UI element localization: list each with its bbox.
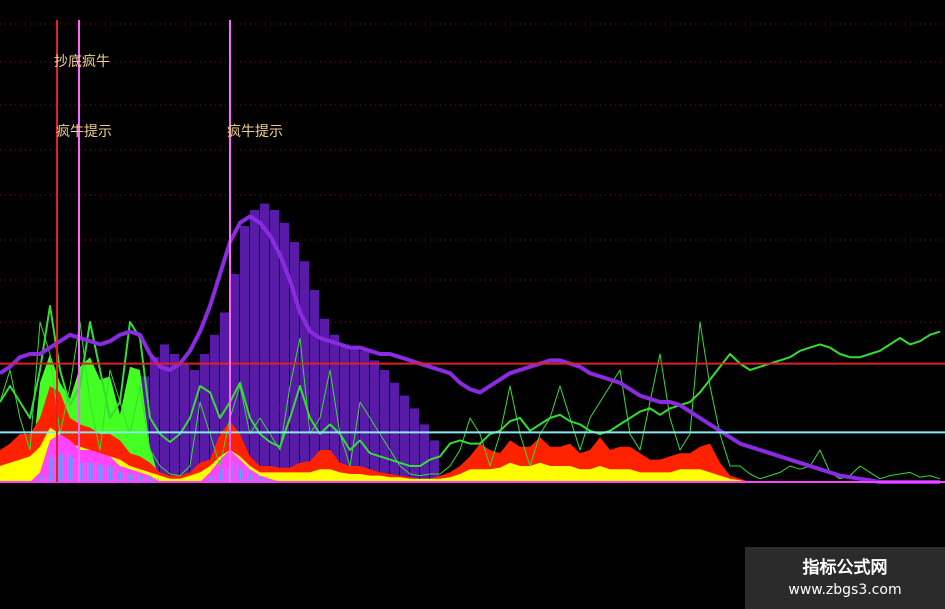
cyan-bar xyxy=(125,472,126,482)
watermark-box: 指标公式网 www.zbgs3.com xyxy=(745,547,945,609)
watermark-url: www.zbgs3.com xyxy=(788,582,902,598)
cyan-bar xyxy=(87,462,89,482)
cyan-bar xyxy=(60,453,61,482)
cyan-bar xyxy=(105,464,106,482)
signal-label-a: 抄底疯牛 xyxy=(54,54,110,70)
cyan-bar xyxy=(55,457,56,482)
cyan-bar xyxy=(257,474,259,482)
cyan-bar xyxy=(107,464,109,482)
cyan-bar xyxy=(62,453,64,482)
cyan-bar xyxy=(247,468,249,482)
cyan-bar xyxy=(122,472,124,482)
cyan-bar xyxy=(117,466,119,482)
cyan-bar xyxy=(245,468,246,482)
cyan-bar xyxy=(67,453,69,482)
chart-canvas: 抄底疯牛 疯牛提示 疯牛提示 指标公式网 www.zbgs3.com xyxy=(0,0,945,609)
cyan-bar xyxy=(90,462,91,482)
cyan-bar xyxy=(237,462,239,482)
cyan-bar xyxy=(222,468,224,482)
cyan-bar xyxy=(252,474,254,482)
cyan-bar xyxy=(112,466,114,482)
cyan-bar xyxy=(220,468,221,482)
cyan-bar xyxy=(250,474,251,482)
cyan-bar xyxy=(50,457,51,482)
cyan-bar xyxy=(242,468,244,482)
cyan-bar xyxy=(75,457,76,482)
purple-bar xyxy=(370,360,379,482)
cyan-bar xyxy=(135,474,136,482)
purple-bar xyxy=(300,261,309,482)
cyan-bar xyxy=(225,468,226,482)
cyan-bar xyxy=(110,466,111,482)
cyan-bar xyxy=(72,457,74,482)
cyan-bar xyxy=(85,462,86,482)
cyan-bar xyxy=(82,462,84,482)
purple-bar xyxy=(250,210,259,482)
cyan-bar xyxy=(65,453,66,482)
purple-bar xyxy=(170,354,179,482)
signal-label-b2: 疯牛提示 xyxy=(227,124,283,140)
purple-bar xyxy=(160,344,169,482)
purple-bar xyxy=(360,350,369,482)
cyan-bar xyxy=(95,462,96,482)
cyan-bar xyxy=(240,468,241,482)
cyan-bar xyxy=(235,462,236,482)
cyan-bar xyxy=(255,474,256,482)
watermark-title: 指标公式网 xyxy=(802,558,888,578)
cyan-bar xyxy=(130,474,131,482)
cyan-bar xyxy=(132,474,134,482)
purple-bar xyxy=(430,440,439,482)
indicator-chart xyxy=(0,20,945,484)
cyan-bar xyxy=(102,464,104,482)
cyan-bar xyxy=(92,462,94,482)
cyan-bar xyxy=(227,468,229,482)
cyan-bar xyxy=(97,462,99,482)
cyan-bar xyxy=(70,457,71,482)
cyan-bar xyxy=(137,474,139,482)
purple-bar xyxy=(340,344,349,482)
cyan-bar xyxy=(52,457,54,482)
cyan-bar xyxy=(80,462,81,482)
purple-bar xyxy=(410,408,419,482)
cyan-bar xyxy=(100,464,101,482)
cyan-bar xyxy=(120,472,121,482)
cyan-bar xyxy=(115,466,116,482)
purple-bar xyxy=(380,370,389,482)
cyan-bar xyxy=(232,462,234,482)
signal-label-b1: 疯牛提示 xyxy=(56,124,112,140)
cyan-bar xyxy=(127,472,129,482)
